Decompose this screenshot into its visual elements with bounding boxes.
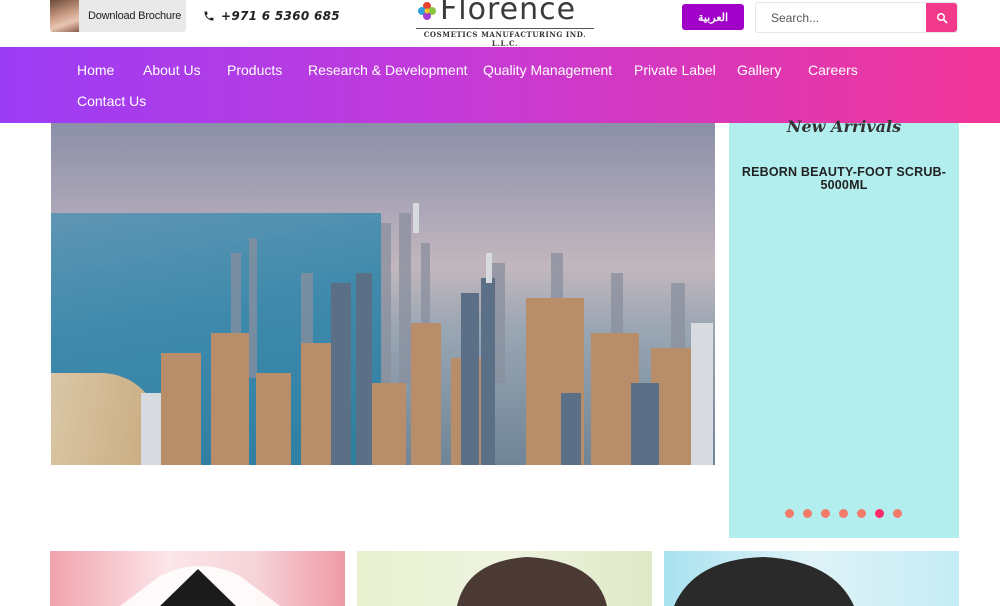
nav-research-development[interactable]: Research & Development xyxy=(308,62,468,78)
new-arrivals-title: New Arrivals xyxy=(786,117,902,136)
phone-icon xyxy=(204,11,214,21)
nav-home[interactable]: Home xyxy=(77,62,114,78)
search-icon xyxy=(936,12,947,23)
top-bar: Download Brochure +971 6 5360 685 Floren… xyxy=(0,0,1000,50)
new-arrivals-panel: New Arrivals REBORN BEAUTY-FOOT SCRUB-50… xyxy=(729,117,959,538)
slider-dot[interactable] xyxy=(893,509,902,518)
page: Download Brochure +971 6 5360 685 Floren… xyxy=(0,0,1000,606)
model-portrait-3 xyxy=(674,557,854,606)
feature-card-3[interactable] xyxy=(664,551,959,606)
slider-dot-active[interactable] xyxy=(875,509,884,518)
download-brochure-label: Download Brochure xyxy=(88,10,182,22)
hero-skyline xyxy=(141,203,713,465)
model-portrait-1 xyxy=(120,566,280,606)
phone-number: +971 6 5360 685 xyxy=(221,9,340,23)
nav-private-label[interactable]: Private Label xyxy=(634,62,716,78)
nav-quality-management[interactable]: Quality Management xyxy=(483,62,612,78)
search-button[interactable] xyxy=(926,3,957,32)
slider-dot[interactable] xyxy=(785,509,794,518)
search-form xyxy=(755,2,958,33)
nav-products[interactable]: Products xyxy=(227,62,282,78)
search-input[interactable] xyxy=(756,3,926,32)
logo-wordmark: Florence xyxy=(440,0,577,27)
main-navigation: Home About Us Products Research & Develo… xyxy=(0,47,1000,123)
download-brochure-button[interactable]: Download Brochure xyxy=(50,0,186,32)
new-arrival-product-link[interactable]: REBORN BEAUTY-FOOT SCRUB-5000ML xyxy=(739,166,949,192)
feature-card-2[interactable] xyxy=(357,551,652,606)
slider-dot[interactable] xyxy=(803,509,812,518)
arabic-language-button[interactable]: العربية xyxy=(682,4,744,30)
model-portrait-2 xyxy=(457,557,607,606)
slider-dot[interactable] xyxy=(821,509,830,518)
feature-card-1[interactable] xyxy=(50,551,345,606)
slider-dot[interactable] xyxy=(839,509,848,518)
nav-contact-us[interactable]: Contact Us xyxy=(77,93,146,109)
flower-logo-icon xyxy=(418,2,436,20)
brochure-thumbnail xyxy=(50,0,79,32)
nav-careers[interactable]: Careers xyxy=(808,62,858,78)
site-logo[interactable]: Florence COSMETICS MANUFACTURING IND. L.… xyxy=(414,0,594,50)
hero-city-image xyxy=(51,123,715,465)
nav-about-us[interactable]: About Us xyxy=(143,62,201,78)
phone-contact[interactable]: +971 6 5360 685 xyxy=(203,9,340,23)
slider-dots xyxy=(785,509,902,518)
nav-gallery[interactable]: Gallery xyxy=(737,62,781,78)
slider-dot[interactable] xyxy=(857,509,866,518)
